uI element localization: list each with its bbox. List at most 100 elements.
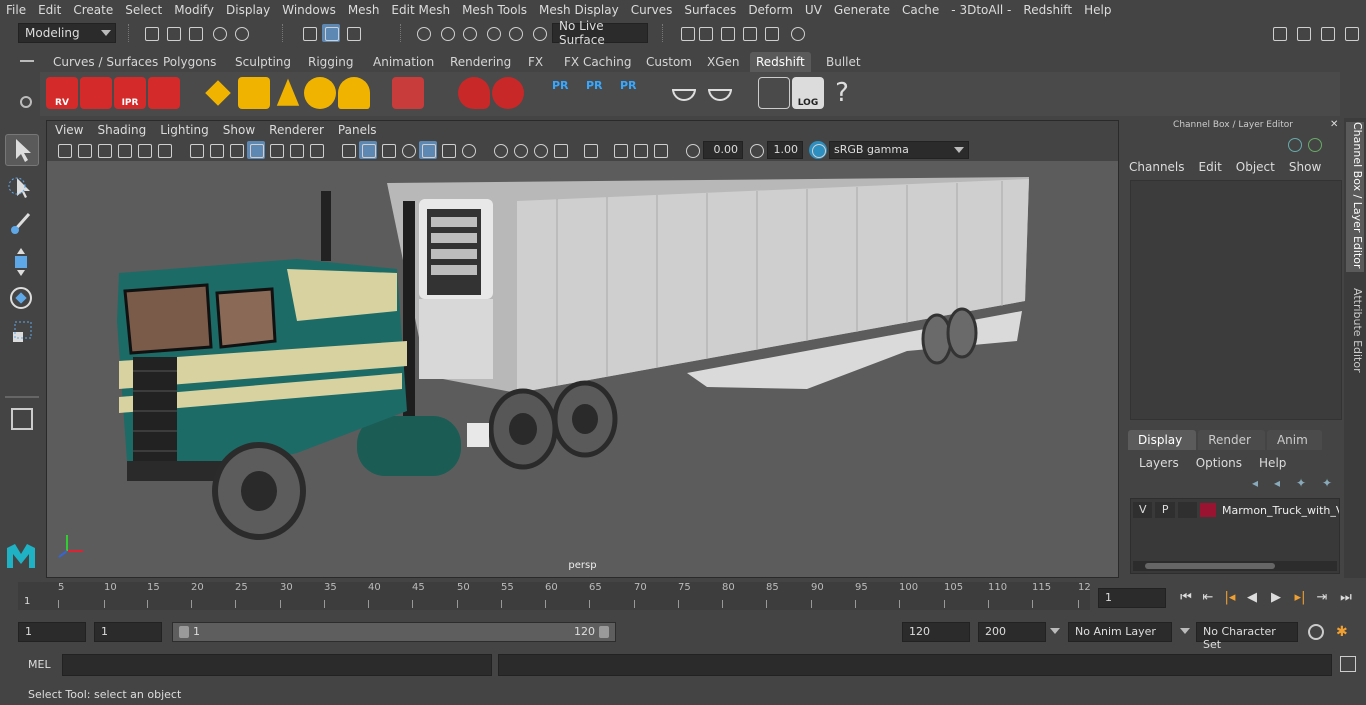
tab-sculpting[interactable]: Sculpting — [229, 52, 297, 72]
grease-pencil-icon[interactable] — [135, 141, 153, 159]
menu-mesh-tools[interactable]: Mesh Tools — [456, 0, 533, 20]
range-end-handle[interactable] — [599, 626, 609, 638]
safe-action-icon[interactable] — [287, 141, 305, 159]
tab-bullet[interactable]: Bullet — [820, 52, 867, 72]
play-backward-icon[interactable]: ◀ — [1244, 590, 1260, 606]
menu-display[interactable]: Display — [220, 0, 276, 20]
new-layer-selected-icon[interactable]: ✦ — [1322, 476, 1332, 492]
rotate-tool-icon[interactable] — [5, 282, 39, 314]
snap-view-icon[interactable] — [484, 24, 502, 42]
layer-visibility-toggle[interactable]: V — [1133, 502, 1153, 518]
volume-icon[interactable] — [458, 77, 490, 109]
workspace-icon[interactable] — [1270, 24, 1288, 42]
viewport-menu-panels[interactable]: Panels — [330, 123, 383, 137]
layer-scrollbar[interactable] — [1133, 561, 1337, 571]
xray-joints-icon[interactable] — [611, 141, 629, 159]
backface-icon[interactable] — [651, 141, 669, 159]
exposure-field[interactable]: 0.00 — [703, 141, 743, 159]
chevron-down-icon[interactable] — [1180, 628, 1190, 634]
menu-deform[interactable]: Deform — [742, 0, 799, 20]
command-input[interactable] — [62, 654, 492, 676]
move-tool-icon[interactable] — [5, 246, 39, 278]
range-slider[interactable]: 1 120 — [172, 622, 616, 642]
step-forward-key-icon[interactable]: ⇥ — [1314, 590, 1330, 606]
menu-redshift[interactable]: Redshift — [1017, 0, 1078, 20]
tab-anim[interactable]: Anim — [1266, 430, 1322, 450]
dome-light-icon[interactable] — [304, 77, 336, 109]
menu-file[interactable]: File — [0, 0, 32, 20]
layer-name[interactable]: Marmon_Truck_with_V — [1222, 504, 1339, 517]
toggle-panel-icon[interactable] — [1342, 24, 1360, 42]
script-editor-icon[interactable] — [1340, 656, 1356, 672]
2d-pan-icon[interactable] — [155, 141, 173, 159]
layer-row[interactable]: V P Marmon_Truck_with_V — [1133, 501, 1339, 519]
menu-generate[interactable]: Generate — [828, 0, 896, 20]
isolate-icon[interactable] — [491, 141, 509, 159]
snap-point-icon[interactable] — [460, 24, 478, 42]
close-icon[interactable]: ✕ — [1330, 120, 1340, 130]
exposure-icon[interactable] — [683, 141, 701, 159]
menu-options[interactable]: Options — [1185, 456, 1248, 470]
viewport-menu-view[interactable]: View — [47, 123, 89, 137]
color-management-icon[interactable] — [809, 141, 827, 159]
new-layer-icon[interactable]: ✦ — [1296, 476, 1306, 492]
tab-animation[interactable]: Animation — [367, 52, 440, 72]
resolution-gate-icon[interactable] — [227, 141, 245, 159]
playback-start-field[interactable]: 1 — [94, 622, 162, 642]
sphere-material-icon[interactable] — [492, 77, 524, 109]
select-component-icon[interactable] — [344, 24, 362, 42]
color-space-dropdown[interactable]: sRGB gamma — [829, 141, 969, 159]
select-hierarchy-icon[interactable] — [300, 24, 318, 42]
playback-end-field[interactable]: 120 — [902, 622, 970, 642]
scale-tool-icon[interactable] — [5, 318, 39, 350]
tab-fx-caching[interactable]: FX Caching — [558, 52, 637, 72]
persp-outliner-layout-icon[interactable] — [5, 480, 39, 512]
redo-icon[interactable] — [232, 24, 250, 42]
mode-dropdown[interactable]: Modeling — [18, 23, 116, 43]
gamma-field[interactable]: 1.00 — [767, 141, 803, 159]
menu-curves[interactable]: Curves — [625, 0, 679, 20]
pr-shape-icon[interactable]: PR — [546, 77, 578, 109]
menu-edit[interactable]: Edit — [1192, 160, 1229, 178]
tab-xgen[interactable]: XGen — [701, 52, 746, 72]
channel-box-area[interactable] — [1130, 180, 1342, 420]
bake-set-icon[interactable] — [704, 77, 736, 109]
tab-rendering[interactable]: Rendering — [444, 52, 517, 72]
viewport-3d-scene[interactable]: persp — [47, 161, 1118, 577]
hypershade-icon[interactable] — [788, 24, 806, 42]
tab-rigging[interactable]: Rigging — [302, 52, 359, 72]
menu-mesh-display[interactable]: Mesh Display — [533, 0, 625, 20]
menu-surfaces[interactable]: Surfaces — [678, 0, 742, 20]
field-chart-icon[interactable] — [267, 141, 285, 159]
sun-sky-icon[interactable] — [338, 77, 370, 109]
render-settings-icon[interactable] — [148, 77, 180, 109]
menu-help[interactable]: Help — [1078, 0, 1117, 20]
shelf-settings-icon[interactable] — [20, 80, 34, 108]
xray-active-icon[interactable] — [631, 141, 649, 159]
bookmark-icon[interactable] — [95, 141, 113, 159]
move-layer-down-icon[interactable]: ◂ — [1274, 476, 1280, 492]
image-plane-icon[interactable] — [115, 141, 133, 159]
anim-layer-dropdown[interactable]: No Anim Layer — [1068, 622, 1172, 642]
tab-fx[interactable]: FX — [522, 52, 549, 72]
safe-title-icon[interactable] — [307, 141, 325, 159]
motion-blur-icon[interactable] — [511, 141, 529, 159]
render-view-icon[interactable]: RV — [46, 77, 78, 109]
textured-icon[interactable] — [399, 141, 417, 159]
proxy-icon[interactable] — [392, 77, 424, 109]
help-icon[interactable]: ? — [826, 77, 858, 109]
area-light-icon[interactable] — [238, 77, 270, 109]
range-start-handle[interactable] — [179, 626, 189, 638]
play-forward-icon[interactable]: ▶ — [1268, 590, 1284, 606]
tab-custom[interactable]: Custom — [640, 52, 698, 72]
snap-live-icon[interactable] — [530, 24, 548, 42]
lights-icon[interactable] — [379, 141, 397, 159]
tab-polygons[interactable]: Polygons — [157, 52, 222, 72]
toggle-panel-icon[interactable] — [1294, 24, 1312, 42]
go-to-start-icon[interactable]: ⏮ — [1178, 590, 1194, 606]
time-slider[interactable]: 1 5 10 15 20 25 30 35 40 45 50 55 60 65 70 75 80 85 90 95 1… — [18, 582, 1091, 610]
menu-show[interactable]: Show — [1282, 160, 1328, 178]
step-forward-frame-icon[interactable]: ▸| — [1292, 590, 1308, 606]
animation-start-field[interactable]: 1 — [18, 622, 86, 642]
ipr-render-icon[interactable] — [740, 24, 758, 42]
